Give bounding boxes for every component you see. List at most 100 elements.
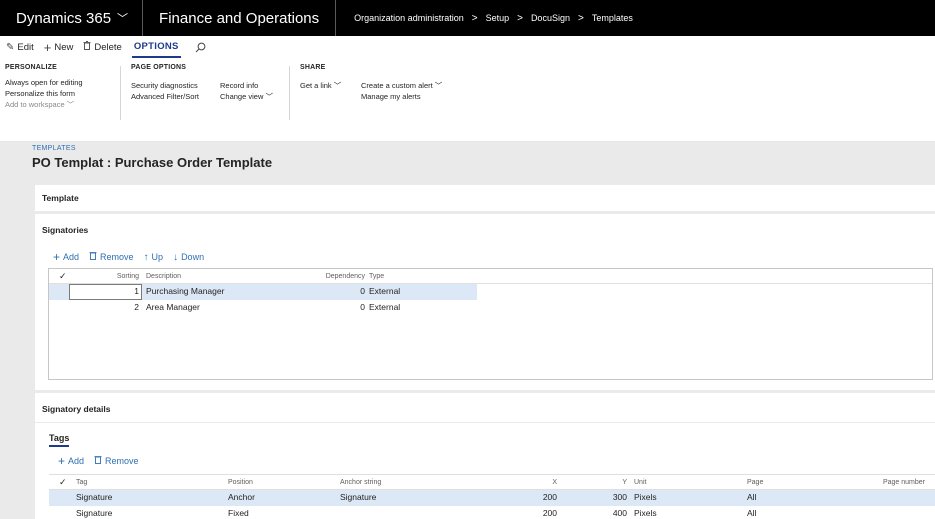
- add-label: Add: [68, 456, 85, 466]
- ribbon-divider: [289, 66, 290, 120]
- fasttab-signatory-details: Signatory details Tags + Add Remove ✓ Ta…: [35, 393, 935, 519]
- share-group: SHARE: [300, 64, 326, 77]
- change-view-label: Change view: [220, 92, 264, 101]
- options-ribbon: PERSONALIZE Always open for editing Pers…: [0, 58, 935, 142]
- cell-position: Fixed: [228, 508, 249, 518]
- tab-options[interactable]: OPTIONS: [131, 36, 181, 58]
- table-row[interactable]: Signature Fixed 200 400 Pixels All: [49, 506, 935, 519]
- arrow-up-icon: ↑: [143, 251, 149, 263]
- add-signatory-button[interactable]: + Add: [53, 250, 79, 264]
- change-view-button[interactable]: Change view ﹀: [220, 91, 273, 102]
- chevron-down-icon: ﹀: [434, 81, 443, 90]
- col-header-type[interactable]: Type: [369, 269, 384, 284]
- fasttab-template[interactable]: Template: [35, 185, 935, 211]
- cell-x: 200: [542, 492, 557, 502]
- delete-button[interactable]: Delete: [83, 41, 122, 53]
- plus-icon: +: [53, 250, 61, 264]
- select-all-check-icon[interactable]: ✓: [59, 475, 67, 490]
- group-title-page-options: PAGE OPTIONS: [131, 64, 187, 71]
- tags-grid-header: ✓ Tag Position Anchor string X Y Unit Pa…: [49, 475, 935, 490]
- page-options-col1: Security diagnostics Advanced Filter/Sor…: [131, 80, 199, 102]
- breadcrumb-item-docusign[interactable]: DocuSign: [531, 13, 570, 23]
- chevron-down-icon: ﹀: [66, 100, 75, 109]
- add-label: Add: [63, 252, 80, 262]
- edit-button[interactable]: ✎ Edit: [6, 42, 34, 53]
- new-button[interactable]: + New: [44, 40, 74, 55]
- remove-signatory-button[interactable]: Remove: [89, 251, 134, 263]
- col-header-position[interactable]: Position: [228, 475, 253, 490]
- manage-my-alerts-button[interactable]: Manage my alerts: [361, 91, 442, 102]
- cell-tag: Signature: [76, 508, 113, 518]
- app-name: Dynamics 365: [16, 9, 112, 27]
- cell-sorting: 1: [134, 286, 139, 296]
- fasttab-signatories: Signatories + Add Remove ↑ Up ↓ Down ✓ S…: [35, 214, 935, 390]
- pencil-icon: ✎: [6, 41, 15, 53]
- record-info-button[interactable]: Record info: [220, 80, 273, 91]
- col-header-dependency[interactable]: Dependency: [299, 269, 365, 284]
- table-row[interactable]: Signature Anchor Signature 200 300 Pixel…: [49, 490, 935, 506]
- arrow-down-icon: ↓: [173, 251, 179, 263]
- search-icon[interactable]: [195, 42, 206, 53]
- personalize-group: PERSONALIZE Always open for editing Pers…: [5, 64, 83, 110]
- signatories-grid: ✓ Sorting Description Dependency Type 1 …: [48, 268, 933, 380]
- cell-page: All: [747, 492, 757, 502]
- remove-tag-button[interactable]: Remove: [94, 455, 139, 467]
- signatories-toolbar: + Add Remove ↑ Up ↓ Down: [35, 246, 214, 268]
- chevron-down-icon: ﹀: [333, 81, 342, 90]
- remove-label: Remove: [105, 456, 139, 466]
- fasttab-signatories-header[interactable]: Signatories: [35, 214, 935, 244]
- cell-sorting: 2: [134, 302, 139, 312]
- breadcrumb-item-org-admin[interactable]: Organization administration: [354, 13, 464, 23]
- create-custom-alert-button[interactable]: Create a custom alert ﹀: [361, 80, 442, 91]
- fasttab-signatory-details-header[interactable]: Signatory details: [35, 393, 935, 423]
- trash-icon: [94, 455, 102, 467]
- table-row[interactable]: 1 Purchasing Manager 0 External: [49, 284, 477, 300]
- col-header-y[interactable]: Y: [579, 475, 627, 490]
- col-header-sorting[interactable]: Sorting: [89, 269, 139, 284]
- cell-unit: Pixels: [634, 492, 657, 502]
- edit-label: Edit: [17, 41, 34, 53]
- table-row[interactable]: 2 Area Manager 0 External: [49, 300, 477, 316]
- up-label: Up: [151, 252, 164, 262]
- chevron-right-icon: >: [517, 12, 523, 24]
- personalize-form-button[interactable]: Personalize this form: [5, 88, 83, 99]
- move-down-button[interactable]: ↓ Down: [173, 252, 204, 263]
- tags-grid: ✓ Tag Position Anchor string X Y Unit Pa…: [49, 474, 935, 519]
- col-header-unit[interactable]: Unit: [634, 475, 646, 490]
- add-to-workspace-button[interactable]: Add to workspace ﹀: [5, 99, 83, 110]
- trash-icon: [83, 41, 91, 53]
- cell-description: Purchasing Manager: [146, 286, 225, 296]
- security-diagnostics-button[interactable]: Security diagnostics: [131, 80, 199, 91]
- col-header-description[interactable]: Description: [146, 269, 181, 284]
- breadcrumb-item-setup[interactable]: Setup: [486, 13, 510, 23]
- main-content: TEMPLATES PO Templat : Purchase Order Te…: [0, 142, 935, 519]
- always-open-for-editing-button[interactable]: Always open for editing: [5, 77, 83, 88]
- col-header-anchor-string[interactable]: Anchor string: [340, 475, 381, 490]
- cell-y: 300: [612, 492, 627, 502]
- add-tag-button[interactable]: + Add: [58, 454, 84, 468]
- col-header-page[interactable]: Page: [747, 475, 763, 490]
- delete-label: Delete: [94, 41, 122, 53]
- breadcrumb-item-templates[interactable]: Templates: [592, 13, 633, 23]
- plus-icon: +: [43, 39, 52, 55]
- app-switcher[interactable]: Dynamics 365 ﹀: [0, 0, 144, 36]
- tags-toolbar: + Add Remove: [40, 450, 149, 472]
- tab-tags[interactable]: Tags: [49, 433, 70, 447]
- col-header-tag[interactable]: Tag: [76, 475, 87, 490]
- add-to-workspace-label: Add to workspace: [5, 100, 65, 109]
- module-name[interactable]: Finance and Operations: [143, 0, 337, 36]
- advanced-filter-sort-button[interactable]: Advanced Filter/Sort: [131, 91, 199, 102]
- get-a-link-button[interactable]: Get a link ﹀: [300, 80, 341, 91]
- chevron-right-icon: >: [471, 12, 478, 24]
- chevron-right-icon: >: [577, 12, 584, 24]
- group-title-share: SHARE: [300, 64, 326, 71]
- down-label: Down: [181, 252, 205, 262]
- cell-dependency: 0: [360, 302, 365, 312]
- cell-page: All: [747, 508, 757, 518]
- col-header-x[interactable]: X: [509, 475, 557, 490]
- move-up-button[interactable]: ↑ Up: [144, 252, 164, 263]
- col-header-page-number[interactable]: Page number: [849, 475, 925, 490]
- cell-x: 200: [542, 508, 557, 518]
- select-all-check-icon[interactable]: ✓: [59, 269, 67, 284]
- page-options-group: PAGE OPTIONS: [131, 64, 186, 77]
